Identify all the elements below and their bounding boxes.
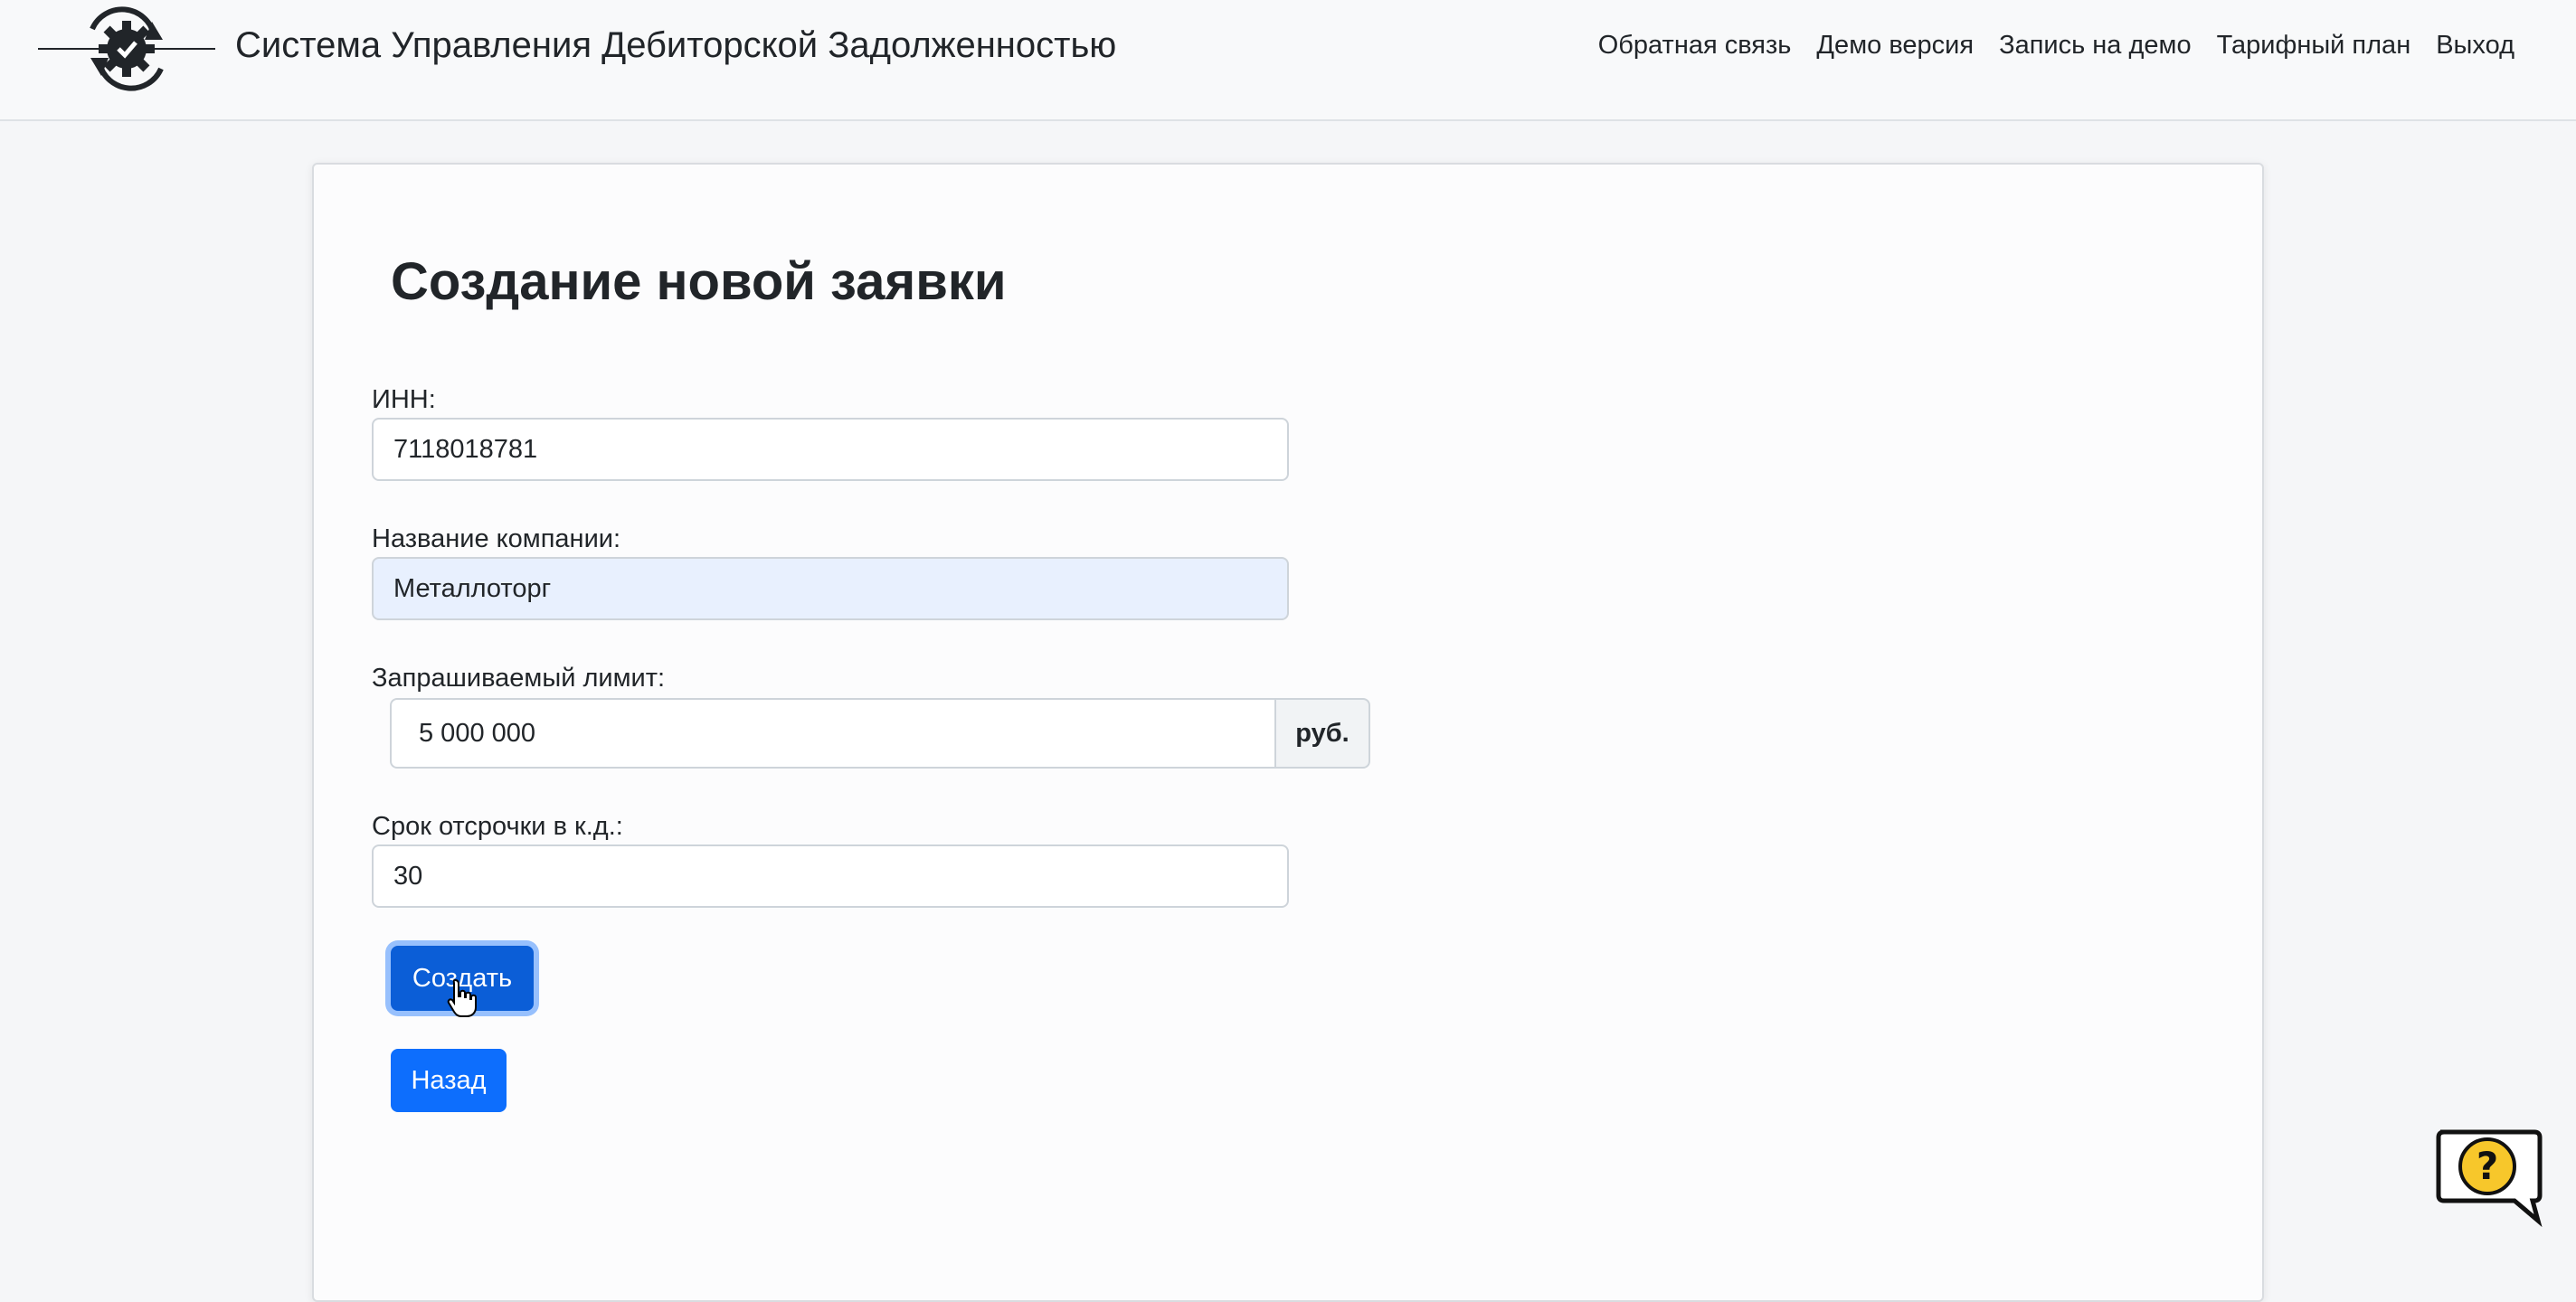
- back-button[interactable]: Назад: [391, 1049, 507, 1112]
- nav-link-feedback[interactable]: Обратная связь: [1598, 31, 1792, 61]
- gear-cycle-logo-icon[interactable]: [36, 2, 217, 96]
- company-name-input[interactable]: [372, 557, 1289, 620]
- nav-menu: Обратная связь Демо версия Запись на дем…: [1598, 31, 2514, 61]
- help-chat-icon[interactable]: ?: [2433, 1127, 2545, 1228]
- nav-link-logout[interactable]: Выход: [2436, 31, 2514, 61]
- inn-label: ИНН:: [372, 385, 436, 414]
- limit-label: Запрашиваемый лимит:: [372, 664, 666, 693]
- nav-link-demo-booking[interactable]: Запись на демо: [1999, 31, 2192, 61]
- currency-addon: руб.: [1274, 698, 1370, 769]
- company-name-label: Название компании:: [372, 524, 621, 553]
- svg-text:?: ?: [2477, 1144, 2498, 1188]
- inn-input[interactable]: [372, 418, 1289, 481]
- brand-title[interactable]: Система Управления Дебиторской Задолженн…: [235, 25, 1116, 66]
- nav-link-pricing-plan[interactable]: Тарифный план: [2217, 31, 2411, 61]
- create-button[interactable]: Создать: [391, 946, 534, 1011]
- nav-link-demo-version[interactable]: Демо версия: [1816, 31, 1974, 61]
- top-navbar: Система Управления Дебиторской Задолженн…: [0, 0, 2576, 121]
- limit-input-group: руб.: [390, 698, 1385, 769]
- page-title: Создание новой заявки: [391, 252, 1007, 311]
- new-request-card: Создание новой заявки ИНН: Название комп…: [312, 163, 2264, 1302]
- limit-input[interactable]: [390, 698, 1274, 769]
- deferral-days-input[interactable]: [372, 844, 1289, 908]
- deferral-label: Срок отсрочки в к.д.:: [372, 812, 623, 841]
